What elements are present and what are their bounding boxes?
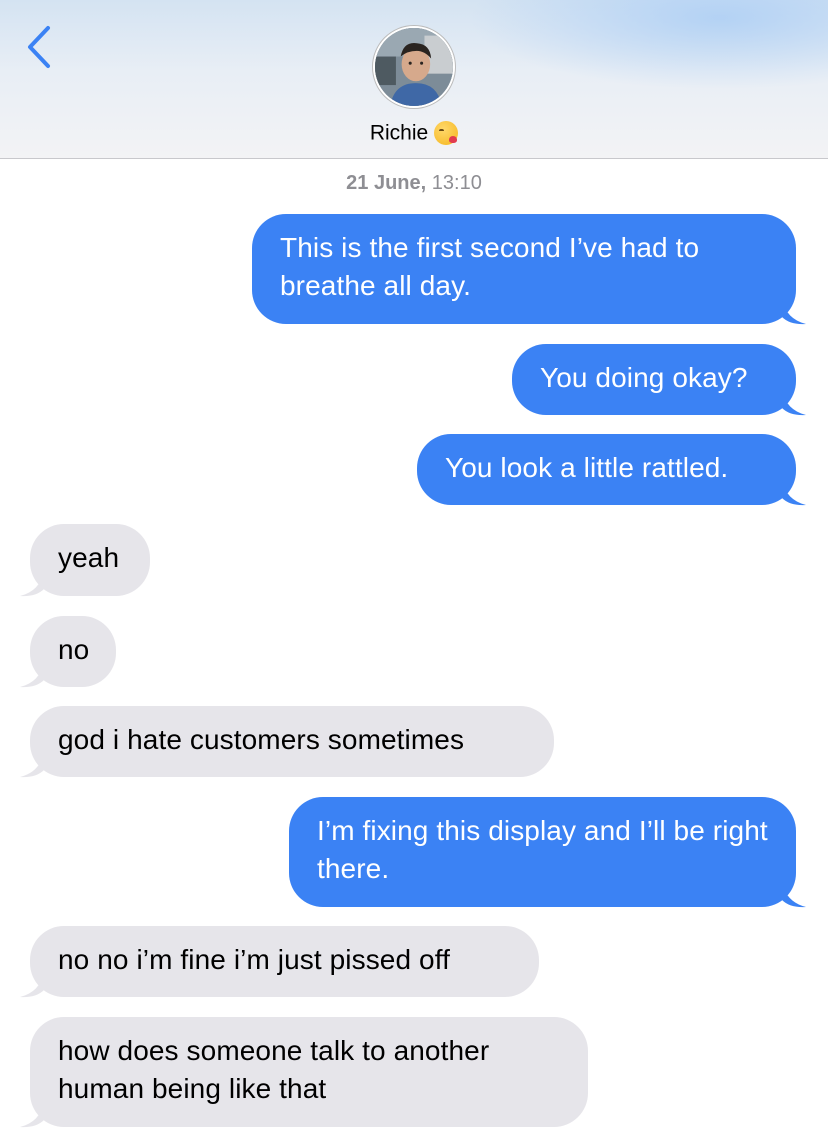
conversation-timestamp: 21 June, 13:10	[0, 172, 828, 195]
message-text: I’m fixing this display and I’ll be righ…	[317, 815, 768, 884]
bubble-tail	[782, 299, 806, 325]
contact-title[interactable]: Richie	[0, 121, 828, 146]
received-message-bubble[interactable]: no	[20, 616, 116, 688]
bubble-tail	[20, 662, 44, 688]
received-message-bubble[interactable]: how does someone talk to another human b…	[20, 1017, 588, 1128]
timestamp-time: 13:10	[431, 172, 482, 194]
received-message-bubble[interactable]: no no i’m fine i’m just pissed off	[20, 926, 539, 998]
sent-message-bubble[interactable]: This is the first second I’ve had to bre…	[252, 214, 806, 325]
bubble-tail	[20, 1102, 44, 1128]
bubble-tail	[782, 390, 806, 416]
bubble-tail	[782, 882, 806, 908]
bubble-tail	[782, 480, 806, 506]
face-blowing-a-kiss-icon	[434, 121, 459, 146]
message-text: This is the first second I’ve had to bre…	[280, 232, 700, 301]
sent-message-bubble[interactable]: You doing okay?	[512, 344, 806, 416]
message-text: no	[58, 634, 90, 665]
message-text: You doing okay?	[540, 362, 748, 393]
timestamp-date: 21 June,	[346, 172, 427, 194]
conversation-header: Richie	[0, 0, 828, 159]
message-text: how does someone talk to another human b…	[58, 1035, 490, 1104]
bubble-tail	[20, 972, 44, 998]
message-text: yeah	[58, 542, 120, 573]
bubble-tail	[20, 571, 44, 597]
sent-message-bubble[interactable]: You look a little rattled.	[417, 434, 806, 506]
received-message-bubble[interactable]: yeah	[20, 524, 150, 597]
back-button[interactable]	[20, 22, 60, 72]
message-text: You look a little rattled.	[445, 452, 729, 483]
avatar[interactable]	[373, 26, 455, 108]
sent-message-bubble[interactable]: I’m fixing this display and I’ll be righ…	[289, 797, 806, 908]
bubble-tail	[20, 752, 44, 778]
contact-name: Richie	[369, 121, 429, 145]
message-text: god i hate customers sometimes	[58, 724, 465, 755]
message-text: no no i’m fine i’m just pissed off	[58, 944, 450, 975]
chevron-left-icon	[28, 26, 50, 68]
contact-photo	[375, 28, 453, 106]
received-message-bubble[interactable]: god i hate customers sometimes	[20, 706, 554, 778]
